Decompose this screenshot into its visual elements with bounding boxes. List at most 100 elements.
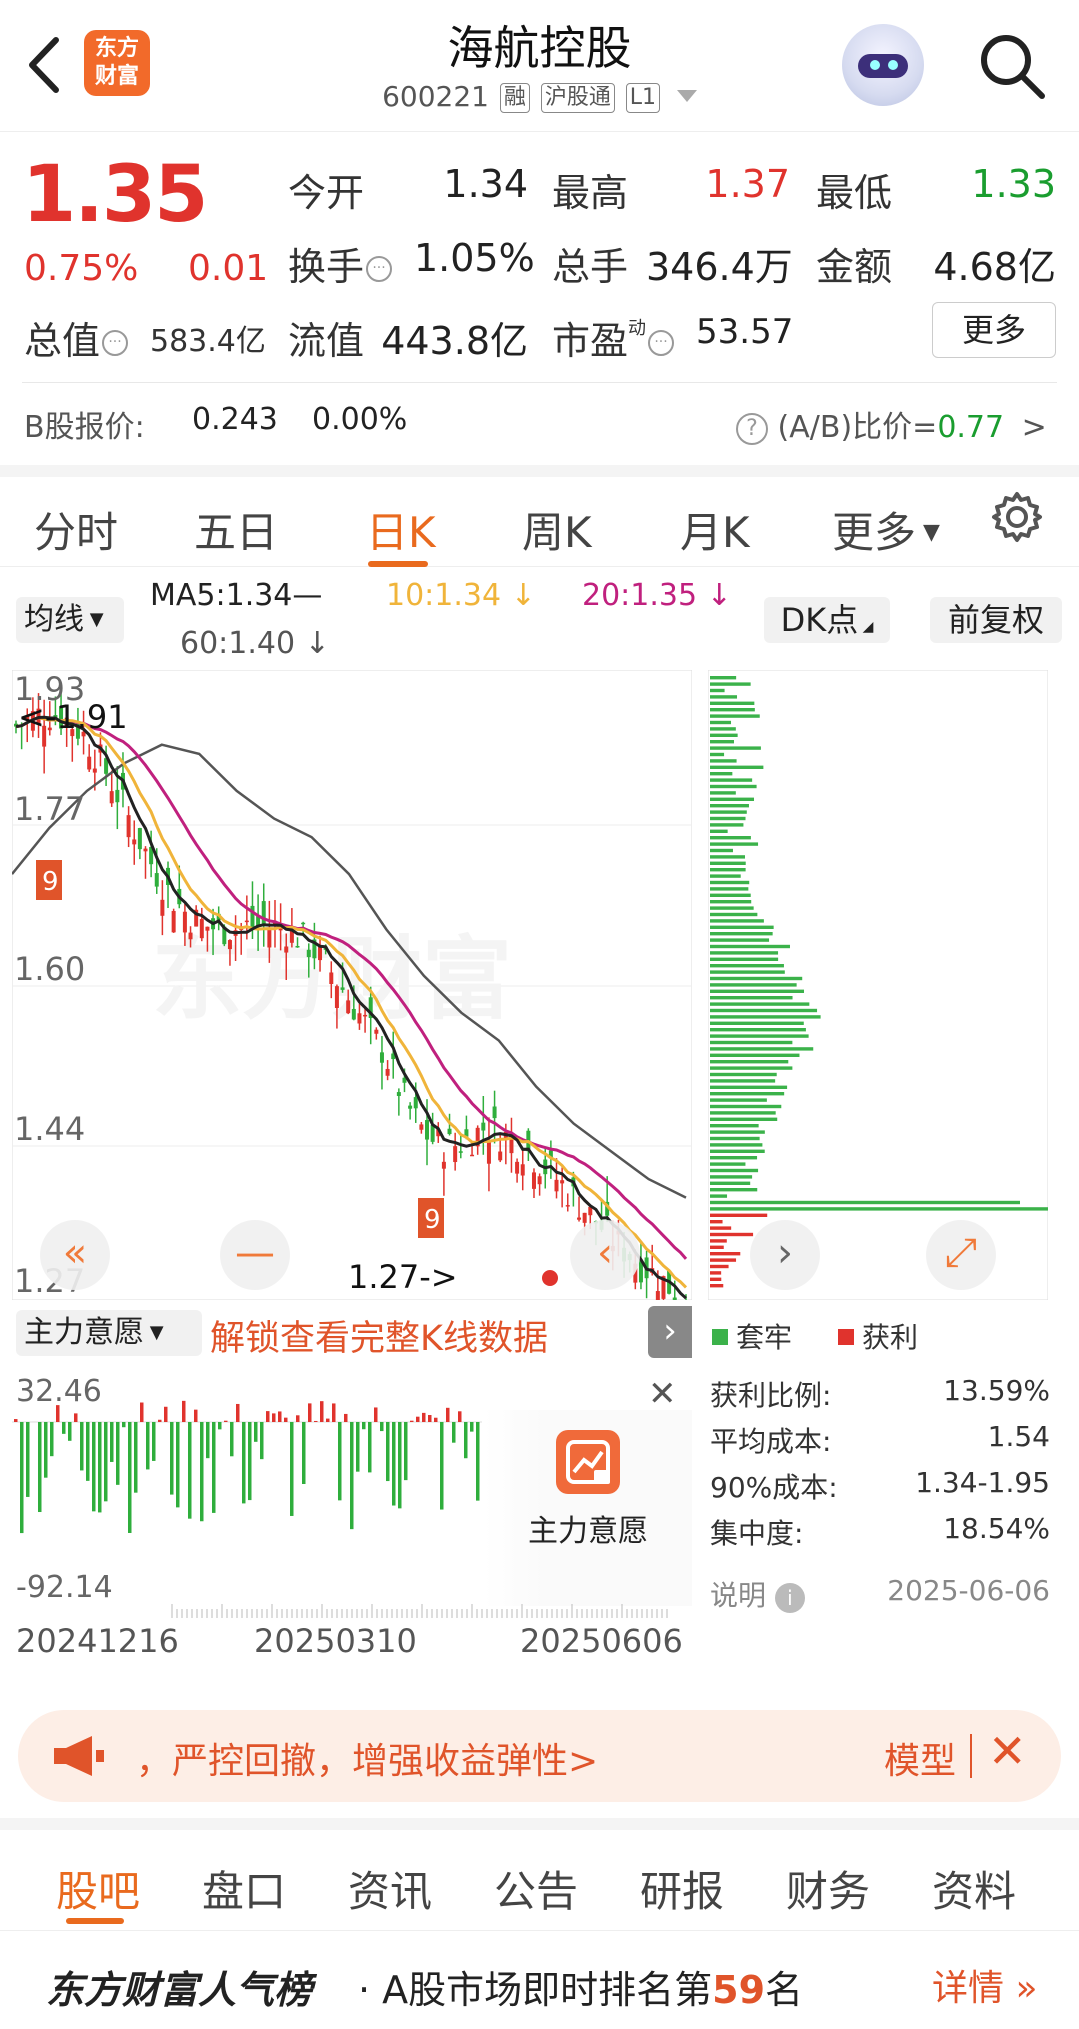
chip-bar — [710, 1060, 789, 1064]
high-label: 最高 — [552, 171, 629, 215]
expand-icon[interactable]: ⤢ — [926, 1220, 996, 1290]
assistant-robot-icon[interactable] — [842, 24, 924, 106]
indicator-bar — [80, 1422, 84, 1471]
chip-bar — [710, 733, 738, 737]
indicator-bar — [74, 1413, 78, 1422]
chip-bar — [710, 708, 755, 712]
chip-note[interactable]: 说明 i 2025-06-06 — [710, 1574, 1050, 1614]
tab-more[interactable]: 更多 ▼ — [832, 499, 940, 560]
b-share-price: 0.243 — [192, 402, 278, 437]
candle-body — [408, 1105, 413, 1109]
amount-value: 4.68亿 — [933, 245, 1056, 289]
chip-bar — [710, 1277, 722, 1281]
indicator-top-value: 32.46 — [16, 1374, 102, 1409]
chip-bar — [710, 791, 736, 795]
event-dot — [542, 1270, 558, 1286]
chip-bar — [710, 1220, 723, 1224]
candle-body — [115, 789, 120, 803]
chevron-right-icon[interactable]: › — [648, 1306, 692, 1358]
promo-banner[interactable]: ，严控回撤，增强收益弹性> 模型 ✕ — [18, 1710, 1061, 1802]
ma-select[interactable]: 均线 ▼ — [16, 597, 124, 643]
unlock-link[interactable]: 解锁查看完整K线数据 — [210, 1310, 548, 1361]
indicator-select[interactable]: 主力意愿 ▼ — [16, 1310, 202, 1356]
candlestick-chart[interactable]: 东方财富 9 9 — [12, 670, 692, 1300]
prev-button[interactable]: ‹ — [570, 1220, 640, 1290]
indicator-bar — [344, 1413, 348, 1422]
info-icon[interactable]: ··· — [366, 256, 393, 282]
chip-bar — [710, 1194, 728, 1198]
close-icon[interactable]: ✕ — [988, 1724, 1027, 1778]
next-button[interactable]: › — [750, 1220, 820, 1290]
info-icon[interactable]: ··· — [102, 330, 129, 356]
indicator-bar — [452, 1422, 456, 1443]
tab-weekly-k[interactable]: 周K — [522, 499, 592, 560]
indicator-bar — [296, 1415, 300, 1422]
scroll-left-button[interactable]: « — [40, 1220, 110, 1290]
candle-body — [143, 848, 148, 852]
more-quote-button[interactable]: 更多 — [932, 302, 1056, 358]
adjust-button[interactable]: 前复权 — [930, 597, 1062, 643]
ma60-value: 60:1.40 ↓ — [180, 626, 330, 661]
indicator-bar — [98, 1422, 102, 1513]
chip-bar — [710, 1226, 732, 1230]
ab-ratio[interactable]: ? (A/B)比价=0.77 > — [736, 402, 1047, 446]
ranking-detail-link[interactable]: 详情 » — [932, 1959, 1037, 2011]
chip-bar — [710, 1130, 765, 1134]
indicator-bar — [44, 1422, 48, 1478]
tab-research[interactable]: 研报 — [640, 1858, 724, 1919]
tab-forum[interactable]: 股吧 — [56, 1858, 140, 1919]
indicator-bar — [194, 1409, 198, 1422]
ma10-value: 10:1.34 ↓ — [386, 578, 536, 613]
candle-body — [655, 1291, 660, 1300]
chip-bar — [710, 951, 779, 955]
tab-five-day[interactable]: 五日 — [194, 499, 278, 560]
indicator-bar — [50, 1422, 54, 1457]
indicator-bar — [290, 1422, 294, 1516]
chip-bar — [710, 861, 746, 865]
chip-bar — [710, 1188, 758, 1192]
tab-daily-k[interactable]: 日K — [366, 499, 436, 560]
info-icon[interactable]: ··· — [648, 330, 675, 356]
b-share-label: B股报价: — [24, 410, 145, 445]
chip-bar — [710, 1181, 751, 1185]
chip-bar — [710, 1239, 727, 1243]
search-icon[interactable] — [974, 28, 1050, 104]
indicator-lock-panel[interactable]: 主力意愿 — [484, 1410, 692, 1606]
chip-distribution-chart[interactable] — [708, 670, 1048, 1300]
candle-body — [470, 1154, 475, 1157]
candle-body — [374, 1029, 379, 1034]
tab-monthly-k[interactable]: 月K — [680, 499, 750, 560]
chip-bar — [710, 1245, 724, 1249]
dk-point-button[interactable]: DK点 ◢ — [764, 597, 890, 643]
tab-intraday[interactable]: 分时 — [34, 499, 118, 560]
gear-icon[interactable] — [990, 490, 1044, 544]
svg-text:9: 9 — [424, 1205, 441, 1235]
indicator-bar — [338, 1422, 342, 1501]
chip-bar — [710, 1232, 754, 1237]
indicator-bar — [224, 1420, 228, 1422]
indicator-bar — [152, 1422, 156, 1461]
indicator-bar — [14, 1419, 18, 1422]
popularity-ranking[interactable]: 东方财富人气榜 · A股市场即时排名第59名 详情 » — [0, 1930, 1079, 2029]
zoom-out-button[interactable]: — — [220, 1220, 290, 1290]
indicator-bar — [86, 1422, 90, 1481]
low-label: 最低 — [816, 171, 893, 215]
tab-announcements[interactable]: 公告 — [494, 1858, 578, 1919]
indicator-bar — [404, 1422, 408, 1481]
chip-bar — [710, 1002, 810, 1006]
tab-news[interactable]: 资讯 — [348, 1858, 432, 1919]
tab-financials[interactable]: 财务 — [786, 1858, 870, 1919]
turnover-value: 1.05% — [414, 236, 535, 280]
candle-body — [419, 1124, 424, 1130]
open-value: 1.34 — [443, 162, 528, 206]
help-icon[interactable]: ? — [736, 413, 768, 445]
chip-bar — [710, 964, 784, 968]
tab-profile[interactable]: 资料 — [932, 1858, 1016, 1919]
tab-orderbook[interactable]: 盘口 — [202, 1858, 286, 1919]
divider — [22, 382, 1057, 383]
chip-bar — [710, 976, 803, 981]
close-icon[interactable]: ✕ — [648, 1374, 677, 1414]
chip-bar — [710, 957, 779, 961]
signal-badge-text: 9 — [42, 867, 59, 897]
candle-body — [453, 1146, 458, 1163]
